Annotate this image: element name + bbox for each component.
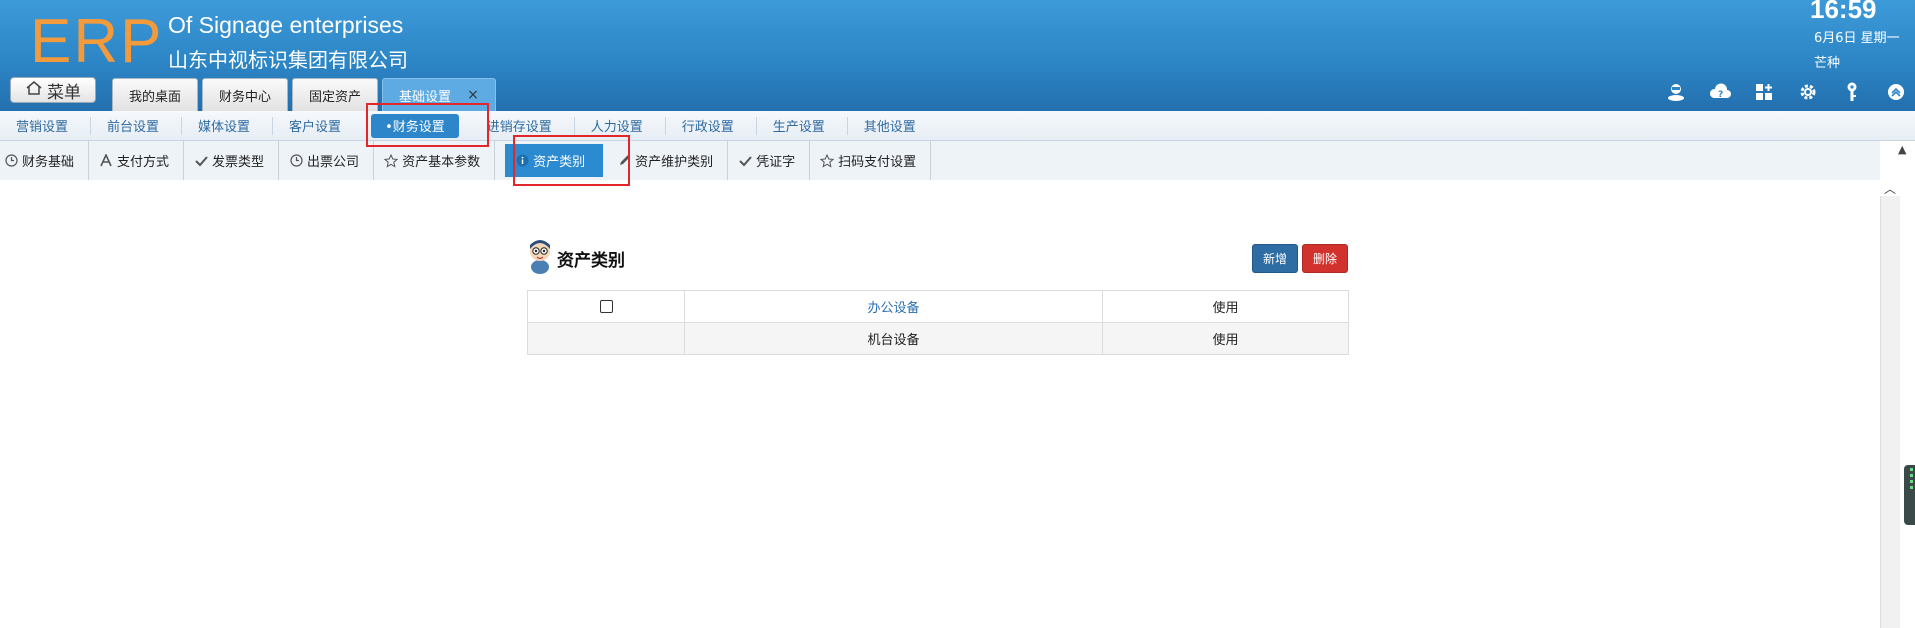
menu-label: 菜单 (47, 82, 81, 103)
nav-label: 其他设置 (863, 120, 916, 135)
tab-label: 财务中心 (219, 89, 272, 105)
clock-icon (289, 154, 303, 168)
nav-other-settings[interactable]: 其他设置 (848, 117, 938, 135)
nav-frontdesk-settings[interactable]: 前台设置 (91, 116, 183, 135)
nav-media-settings[interactable]: 媒体设置 (182, 116, 274, 135)
tab-fixed-assets[interactable]: 固定资产 (292, 78, 379, 111)
subnav-label: 资产基本参数 (402, 155, 481, 170)
top-tab-bar: 我的桌面 财务中心 固定资产 基础设置 × (112, 78, 496, 111)
app-header: ERP Of Signage enterprises 山东中视标识集团有限公司 … (0, 0, 1915, 111)
gear-icon[interactable] (1796, 80, 1820, 104)
subnav-payment-methods[interactable]: 支付方式 (89, 141, 185, 180)
nav-label: 前台设置 (107, 120, 160, 135)
nav-label: 生产设置 (772, 120, 825, 135)
row-checkbox[interactable] (599, 300, 613, 313)
asset-category-table: 办公设备 使用 机台设备 使用 (527, 290, 1349, 355)
subnav-label: 扫码支付设置 (838, 155, 917, 170)
nav-admin-settings[interactable]: 行政设置 (666, 116, 757, 135)
subnav-qr-payment-settings[interactable]: 扫码支付设置 (810, 141, 932, 180)
menu-button[interactable]: 菜单 (10, 77, 96, 103)
table-row: 办公设备 使用 (527, 290, 1349, 323)
nav-inventory-settings[interactable]: 进销存设置 (471, 116, 575, 135)
subnav-label: 支付方式 (117, 155, 170, 170)
tab-label: 基础设置 (399, 89, 452, 105)
nav-hr-settings[interactable]: 人力设置 (575, 116, 666, 135)
add-button[interactable]: 新增 (1252, 244, 1299, 273)
finance-subnav: 财务基础 支付方式 发票类型 出票公司 资产基本参数 资产类别 资产维护类别 凭… (0, 141, 1880, 180)
apps-grid-icon[interactable] (1752, 80, 1776, 104)
subnav-label: 资产维护类别 (635, 155, 714, 170)
subnav-invoice-types[interactable]: 发票类型 (184, 141, 280, 180)
tab-my-desktop[interactable]: 我的桌面 (112, 78, 199, 111)
subnav-label: 资产类别 (533, 155, 586, 170)
nav-label: 人力设置 (590, 120, 643, 135)
side-drawer-handle[interactable] (1904, 465, 1915, 525)
subnav-asset-maintenance-categories[interactable]: 资产维护类别 (613, 141, 729, 180)
tab-basic-settings[interactable]: 基础设置 × (382, 78, 496, 111)
nav-production-settings[interactable]: 生产设置 (757, 116, 848, 135)
nav-label: •财务设置 (385, 120, 445, 135)
nav-label: 行政设置 (681, 120, 734, 135)
clock-time: 16:59 (1810, 0, 1877, 24)
nav-label: 客户设置 (289, 120, 342, 135)
select-cell (527, 322, 685, 355)
subnav-label: 财务基础 (22, 155, 75, 170)
select-cell (527, 290, 685, 323)
subnav-asset-basic-params[interactable]: 资产基本参数 (374, 141, 496, 180)
category-status: 使用 (1102, 322, 1349, 355)
subnav-issuing-companies[interactable]: 出票公司 (279, 141, 375, 180)
tab-label: 我的桌面 (129, 89, 182, 105)
erp-logo: ERP (30, 7, 164, 76)
info-icon (515, 154, 529, 168)
solar-term: 芒种 (1814, 56, 1841, 71)
chevron-up-icon[interactable]: ︿ (1880, 180, 1900, 196)
table-row: 机台设备 使用 (527, 322, 1349, 355)
panel-title: 资产类别 (527, 238, 625, 278)
check-icon (194, 154, 208, 168)
collapse-up-icon[interactable] (1884, 80, 1908, 104)
nav-label: 营销设置 (16, 120, 69, 135)
mascot-icon (527, 237, 553, 280)
subnav-label: 出票公司 (307, 155, 360, 170)
check-icon (738, 154, 752, 168)
subnav-label: 凭证字 (756, 155, 796, 170)
user-icon[interactable] (1664, 80, 1688, 104)
home-icon (25, 80, 43, 101)
subnav-asset-categories[interactable]: 资产类别 (505, 144, 604, 177)
category-status: 使用 (1102, 290, 1349, 323)
company-name-en: Of Signage enterprises (168, 12, 404, 38)
star-icon (384, 153, 399, 168)
svg-text:?: ? (1718, 90, 1723, 100)
vertical-scrollbar[interactable] (1880, 196, 1900, 628)
settings-category-bar: 营销设置 前台设置 媒体设置 客户设置 •财务设置 进销存设置 人力设置 行政设… (0, 111, 1915, 141)
subnav-label: 发票类型 (212, 155, 265, 170)
close-icon[interactable]: × (467, 87, 479, 103)
nav-label: 媒体设置 (198, 120, 251, 135)
clock-date: 6月6日 星期一 (1814, 31, 1900, 46)
nav-customer-settings[interactable]: 客户设置 (273, 117, 363, 135)
category-name: 机台设备 (684, 322, 1103, 355)
star-icon (820, 153, 835, 168)
key-icon[interactable] (1840, 80, 1864, 104)
page-title: 资产类别 (557, 250, 625, 271)
company-name-cn: 山东中视标识集团有限公司 (168, 50, 408, 72)
category-name-link[interactable]: 办公设备 (684, 290, 1103, 323)
clock-icon (4, 154, 18, 168)
scroll-up-arrow-icon[interactable]: ▲ (1898, 143, 1906, 156)
nav-label: 进销存设置 (486, 120, 552, 135)
tab-label: 固定资产 (309, 89, 362, 105)
help-cloud-icon[interactable]: ? (1708, 80, 1732, 104)
tab-finance-center[interactable]: 财务中心 (202, 78, 289, 111)
delete-button[interactable]: 删除 (1302, 244, 1349, 273)
pencil-icon (617, 154, 631, 168)
nav-marketing-settings[interactable]: 营销设置 (0, 116, 92, 135)
header-toolbar: ? (1664, 80, 1908, 104)
subnav-voucher-words[interactable]: 凭证字 (728, 141, 811, 180)
font-a-icon (99, 154, 113, 168)
subnav-finance-basics[interactable]: 财务基础 (0, 141, 90, 180)
nav-finance-settings[interactable]: •财务设置 (371, 113, 459, 138)
